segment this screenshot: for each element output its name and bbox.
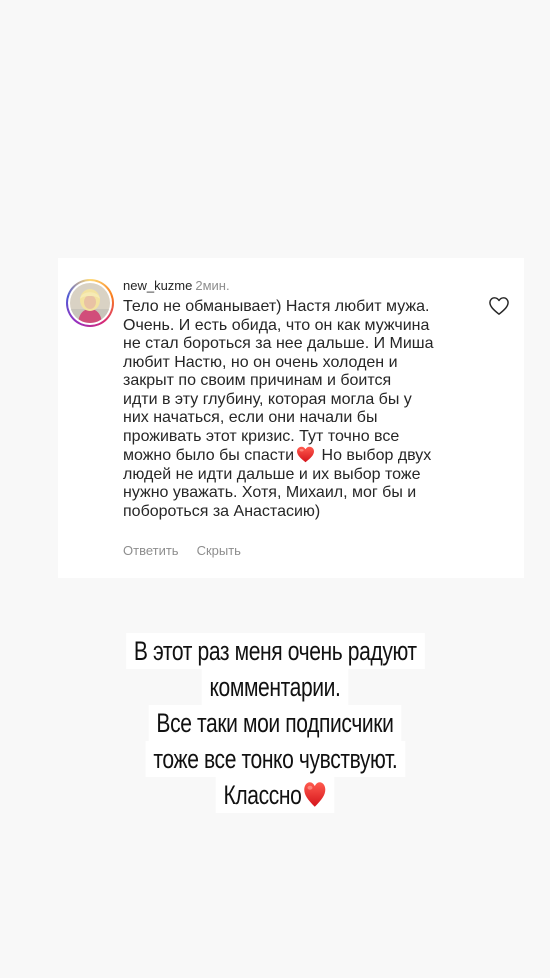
- caption-text: Классно: [223, 780, 302, 810]
- comment-actions: Ответить Скрыть: [123, 543, 241, 558]
- caption-line-last: Классно: [215, 777, 335, 813]
- username[interactable]: new_kuzme: [123, 278, 192, 293]
- caption-line: В этот раз меня очень радуют: [125, 633, 425, 669]
- red-heart-emoji-icon: [304, 782, 326, 807]
- story-caption: В этот раз меня очень радуют комментарии…: [0, 633, 550, 813]
- comment-header: new_kuzme 2мин.: [123, 278, 230, 294]
- comment-card: new_kuzme 2мин. Тело не обманывает) Настя…: [58, 258, 524, 578]
- avatar-inner: [68, 281, 112, 325]
- comment-text: Тело не обманывает) Настя любит мужа. Оч…: [123, 298, 468, 521]
- comment-text-part-1: Тело не обманывает) Настя любит мужа. Оч…: [123, 298, 434, 464]
- avatar-photo: [70, 283, 110, 323]
- comment-time: 2мин.: [195, 278, 230, 293]
- avatar[interactable]: [66, 279, 114, 327]
- caption-line: Все таки мои подписчики: [148, 705, 402, 741]
- reply-button[interactable]: Ответить: [123, 543, 179, 558]
- caption-line: комментарии.: [201, 669, 349, 705]
- heart-outline-icon[interactable]: [488, 296, 510, 316]
- red-heart-emoji-icon: [297, 446, 315, 463]
- hide-button[interactable]: Скрыть: [197, 543, 241, 558]
- caption-line: тоже все тонко чувствуют.: [145, 741, 405, 777]
